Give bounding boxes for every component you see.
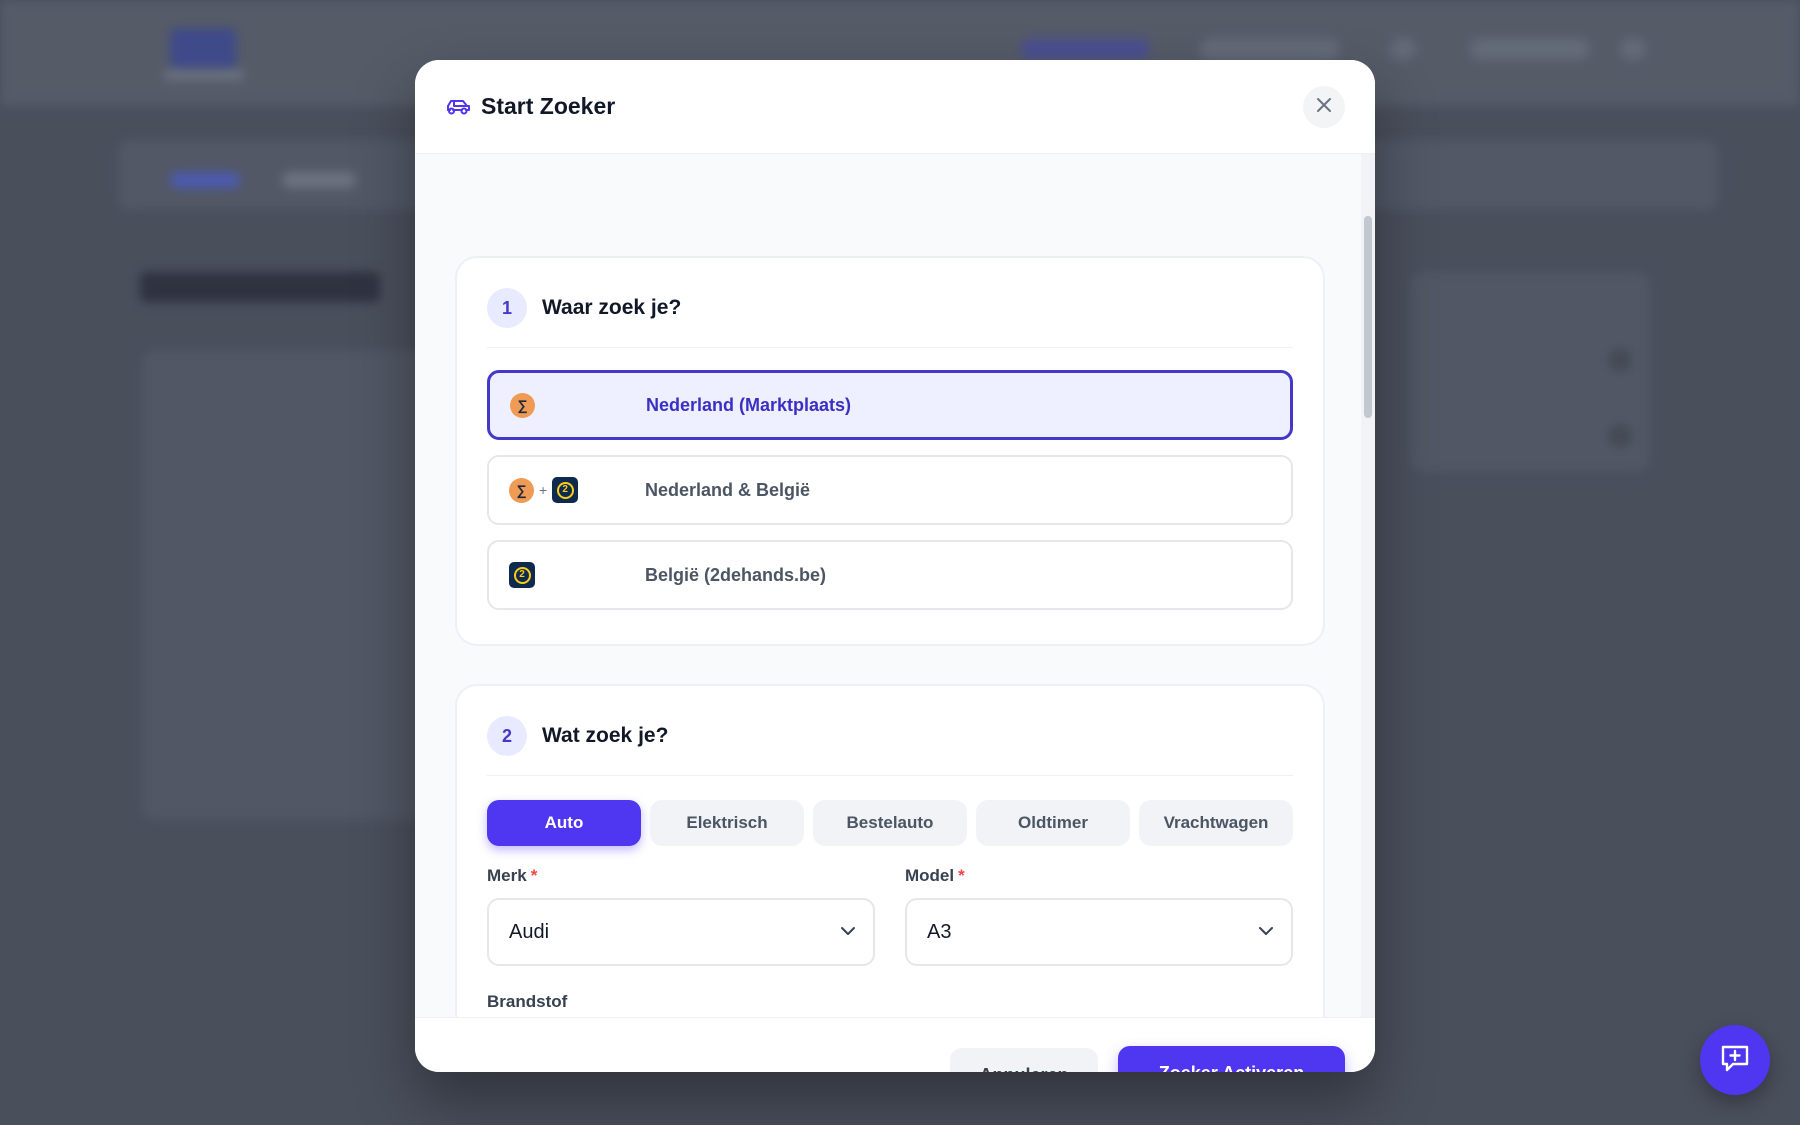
feedback-fab-button[interactable] [1700, 1025, 1770, 1095]
section-location: 1 Waar zoek je? ∑ Nederland (Marktplaats… [455, 256, 1325, 646]
merk-label: Merk * [487, 866, 537, 886]
close-button[interactable] [1303, 86, 1345, 128]
chevron-down-icon [1257, 922, 1275, 946]
bg-logo [170, 28, 236, 68]
chevron-down-icon [839, 922, 857, 946]
marktplaats-logo-icon: ∑ [510, 392, 535, 418]
scrollbar-thumb[interactable] [1364, 216, 1372, 418]
start-zoeker-modal: Start Zoeker 1 Waar zoek je? ∑ Nederland… [415, 60, 1375, 1072]
2dehands-logo-icon: 2 [552, 477, 579, 503]
type-button-elektrisch[interactable]: Elektrisch [650, 800, 804, 846]
add-message-icon [1718, 1041, 1752, 1080]
section-header: 2 Wat zoek je? [487, 716, 1293, 776]
2dehands-logo-icon: 2 [509, 562, 535, 588]
modal-footer: Annuleren Zoeker Activeren [415, 1017, 1375, 1072]
region-option-nederland[interactable]: ∑ Nederland (Marktplaats) [487, 370, 1293, 440]
activate-button[interactable]: Zoeker Activeren [1118, 1046, 1345, 1072]
region-option-label: Nederland (Marktplaats) [646, 394, 852, 415]
modal-title: Start Zoeker [481, 93, 616, 119]
required-mark: * [530, 866, 538, 885]
merk-label-text: Merk [487, 866, 527, 885]
bg-nav-item [1470, 38, 1590, 60]
type-button-auto[interactable]: Auto [487, 800, 641, 846]
section-title: Wat zoek je? [542, 724, 669, 747]
bg-page-title [140, 272, 380, 302]
section-header: 1 Waar zoek je? [487, 288, 1293, 348]
marktplaats-logo-icon: ∑ [509, 477, 534, 503]
bg-nav-item [1200, 38, 1340, 60]
modal-body: 1 Waar zoek je? ∑ Nederland (Marktplaats… [415, 154, 1375, 1017]
region-option-belgie[interactable]: 2 België (2dehands.be) [487, 540, 1293, 610]
model-label: Model * [905, 866, 965, 886]
region-option-label: Nederland & België [645, 479, 811, 500]
type-button-vrachtwagen[interactable]: Vrachtwagen [1139, 800, 1293, 846]
bg-logo-subtitle [164, 70, 244, 80]
close-icon [1316, 97, 1332, 118]
car-icon [445, 93, 473, 121]
region-option-label: België (2dehands.be) [645, 564, 827, 585]
scrollbar[interactable] [1361, 154, 1375, 1017]
bg-tab [170, 172, 240, 188]
merk-value: Audi [509, 920, 550, 943]
bg-dot [1608, 424, 1632, 448]
modal-header: Start Zoeker [415, 60, 1375, 154]
type-button-oldtimer[interactable]: Oldtimer [976, 800, 1130, 846]
step-number: 1 [487, 288, 527, 328]
brandstof-label: Brandstof [487, 992, 568, 1011]
bg-nav-item [1390, 38, 1416, 60]
type-button-bestelauto[interactable]: Bestelauto [813, 800, 967, 846]
model-value: A3 [927, 920, 952, 943]
step-number: 2 [487, 716, 527, 756]
model-select[interactable]: A3 [905, 898, 1293, 966]
merk-select[interactable]: Audi [487, 898, 875, 966]
region-option-nederland-belgie[interactable]: ∑ + 2 Nederland & België [487, 455, 1293, 525]
section-title: Waar zoek je? [542, 296, 682, 319]
cancel-button[interactable]: Annuleren [950, 1048, 1098, 1072]
plus-separator: + [539, 482, 548, 498]
required-mark: * [958, 866, 965, 885]
section-vehicle: 2 Wat zoek je? Auto Elektrisch Bestelaut… [455, 684, 1325, 1017]
bg-dot [1608, 348, 1632, 372]
bg-tab [282, 172, 356, 188]
model-label-text: Model [905, 866, 955, 885]
bg-nav-item [1620, 38, 1646, 60]
bg-nav-item [1020, 38, 1150, 60]
